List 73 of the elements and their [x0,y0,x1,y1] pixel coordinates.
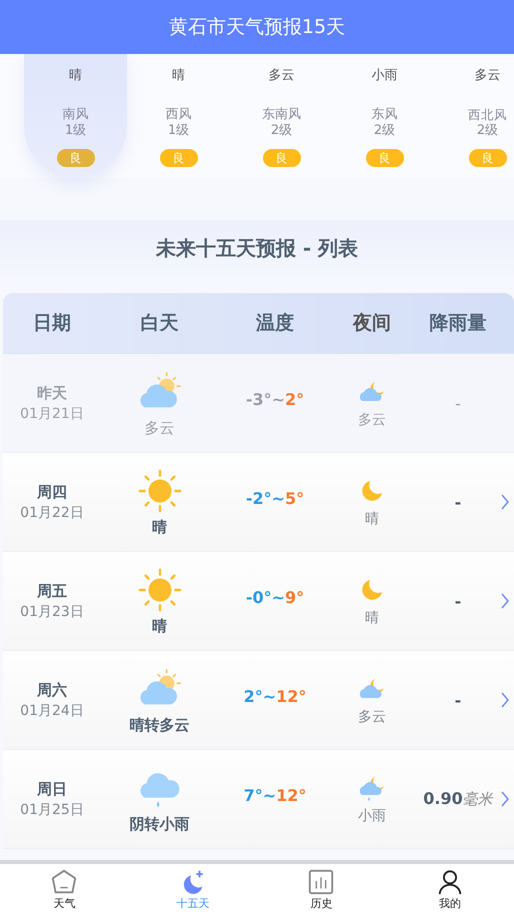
air-quality-badge: 良 [468,149,506,167]
column-header: 白天 [140,311,180,336]
weekday: 昨天 [37,384,67,402]
wind-level: 1级 [168,123,190,139]
weekday: 周日 [37,780,67,798]
weather-label: 小雨 [372,67,398,85]
nav-tab[interactable]: 我的 [386,864,514,914]
wind-level: 1级 [64,123,86,139]
wind-direction: 南风 [62,107,88,123]
temperature-range: -0°~9° [244,588,306,606]
night-weather: 多云 [358,410,386,428]
date: 01月22日 [20,504,84,522]
chevron-right-icon [500,493,510,511]
day-weather: 多云 [144,418,174,438]
air-quality-badge: 良 [262,149,300,167]
air-quality-badge: 良 [366,149,404,167]
night-weather: 晴 [365,608,379,626]
nav-tab[interactable]: 天气 [0,864,128,914]
date: 01月24日 [20,702,84,720]
rainfall: - [454,592,462,610]
rainfall: - [454,492,462,512]
rainfall: 0.90毫米 [423,789,493,809]
wind-level: 2级 [476,123,498,139]
wind-direction: 西风 [166,107,192,123]
day-weather: 晴 [152,518,167,536]
nav-tab[interactable]: 历史 [257,864,386,914]
night-weather: 晴 [365,510,379,528]
sun-icon [136,468,182,514]
temperature-range: -2°~5° [244,488,306,508]
wind-direction: 东南风 [262,107,301,123]
chevron-right-icon [500,790,510,808]
day-column[interactable]: 晴 南风 1级 良 [24,54,127,178]
day-column[interactable]: 多云 西北风 2级 良 [436,54,514,178]
page-title: 黄石市天气预报15天 [168,15,346,40]
day-weather: 晴转多云 [130,716,190,734]
air-quality-badge: 良 [160,149,198,167]
night-weather: 多云 [358,708,386,726]
air-quality-badge: 良 [56,149,94,167]
temperature-range: 2°~12° [242,686,308,706]
sun-icon [136,566,182,612]
day-weather: 晴 [152,616,167,636]
date: 01月21日 [20,404,84,422]
rainfall: - [454,690,462,710]
weather-label: 晴 [69,67,82,85]
column-header: 温度 [254,311,295,336]
bar-chart-icon [307,868,336,896]
day-column[interactable]: 多云 东南风 2级 良 [230,54,333,178]
day-column[interactable]: 晴 西风 1级 良 [127,54,230,178]
rainfall: - [455,394,461,412]
wind-level: 2级 [374,123,396,139]
weekday: 周五 [37,582,67,600]
weather-label: 多云 [268,67,294,85]
night-weather: 小雨 [358,806,386,824]
wind-direction: 西北风 [468,107,507,123]
date: 01月23日 [20,602,84,620]
weekday: 周四 [37,482,67,502]
chevron-right-icon [500,592,510,610]
date: 01月25日 [20,800,84,818]
temperature-range: 7°~12° [242,786,308,804]
wind-level: 2级 [270,123,292,139]
weather-label: 晴 [172,67,185,85]
day-weather: 阴转小雨 [130,814,190,834]
section-title: 未来十五天预报 - 列表 [156,234,358,262]
column-header: 降雨量 [428,311,488,336]
house-icon [50,868,78,896]
day-column[interactable]: 小雨 东风 2级 良 [333,54,436,178]
temperature-range: -3°~2° [244,390,306,408]
weather-label: 多云 [474,67,500,85]
chevron-right-icon [500,691,510,709]
wind-direction: 东风 [372,107,398,123]
weekday: 周六 [37,680,67,700]
column-header: 日期 [32,311,72,336]
column-header: 夜间 [352,311,392,336]
